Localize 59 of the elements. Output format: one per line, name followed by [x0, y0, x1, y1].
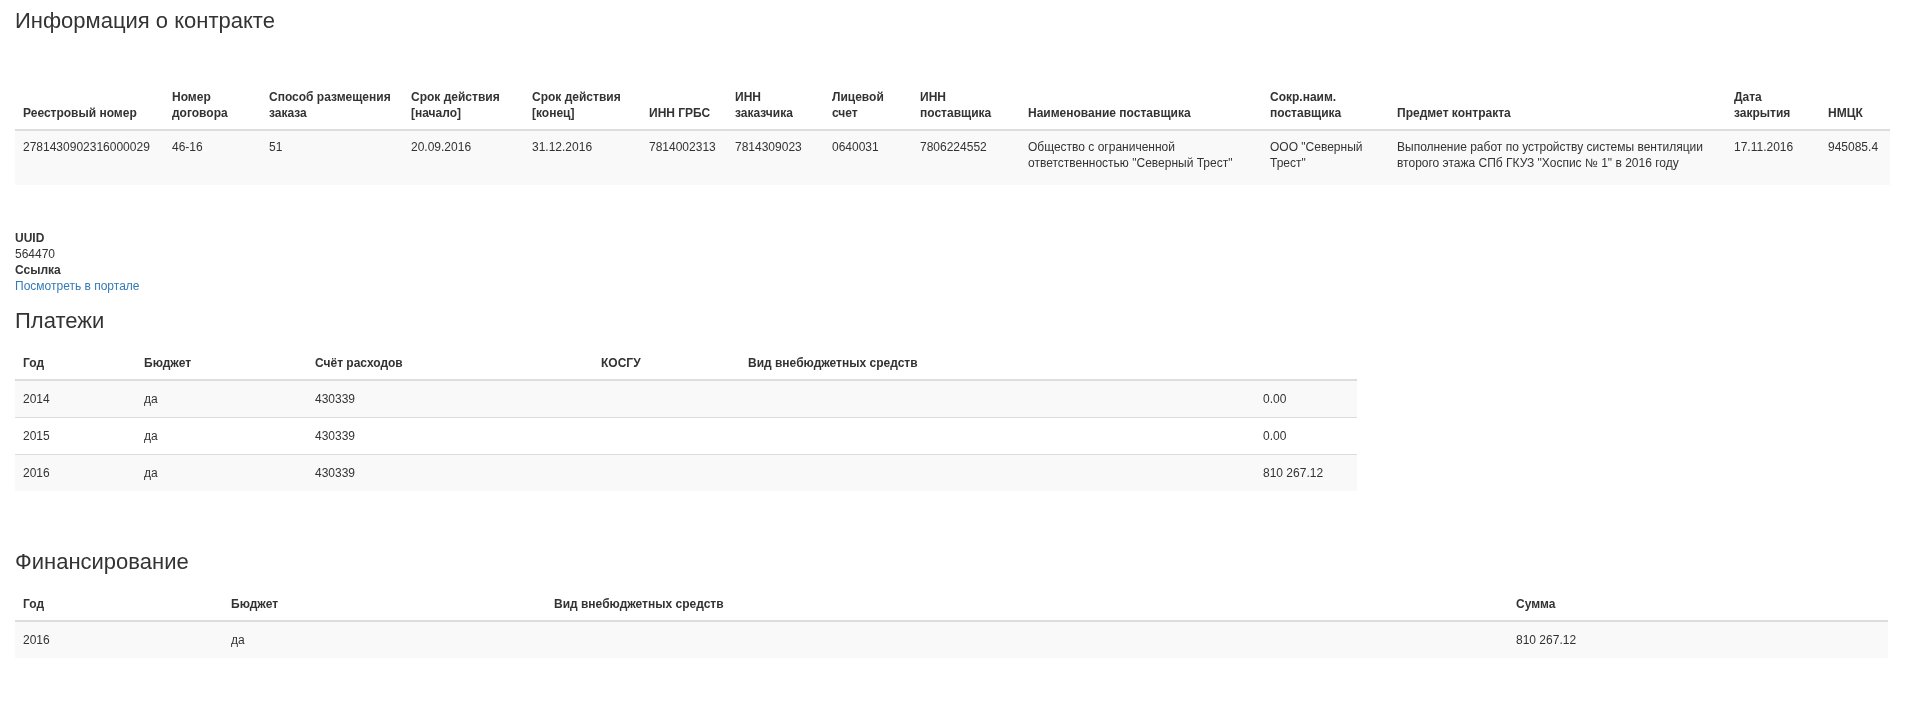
table-cell: 2015 [23, 429, 50, 443]
column-header: Год [23, 597, 44, 611]
table-cell: 2016 [23, 633, 50, 647]
table-cell: 31.12.2016 [532, 140, 593, 154]
table-cell: 51 [269, 140, 283, 154]
column-header: Реестровый номер [23, 106, 137, 120]
table-cell: 17.11.2016 [1734, 140, 1794, 154]
field-value: 564470 [15, 246, 56, 262]
column-header: Предмет контракта [1397, 106, 1511, 120]
field-label: Ссылка [15, 262, 61, 278]
column-header: Счёт расходов [315, 356, 403, 370]
column-header: ИНН поставщика [920, 90, 992, 120]
table-cell: 2014 [23, 392, 50, 406]
table-cell: Выполнение работ по устройству системы вентиляции второго этажа СПб ГКУЗ "Хоспис № 1" в 2016 году [1397, 140, 1703, 170]
column-header: Бюджет [231, 597, 279, 611]
column-header: КОСГУ [601, 356, 641, 370]
field-label: UUID [15, 230, 45, 246]
column-header: Сумма [1516, 597, 1556, 611]
table-cell: 2781430902316000029 [23, 140, 150, 154]
table-cell: 430339 [315, 429, 356, 443]
section-title: Платежи [15, 308, 105, 334]
column-header: Лицевой счет [832, 90, 884, 120]
table-cell: 7814002313 [649, 140, 716, 154]
table-cell: да [144, 466, 158, 480]
column-header: Сокр.наим. поставщика [1270, 90, 1342, 120]
table-cell: 430339 [315, 466, 356, 480]
column-header: Способ размещения заказа [269, 90, 391, 120]
column-header: ИНН ГРБС [649, 106, 711, 120]
table-cell: ООО "Северный Трест" [1270, 140, 1363, 170]
table-cell: 0640031 [832, 140, 879, 154]
table-cell: 46-16 [172, 140, 203, 154]
column-header: Номер договора [172, 90, 228, 120]
table-cell: да [144, 429, 158, 443]
column-header: Срок действия [конец] [532, 90, 621, 120]
column-header: Вид внебюджетных средств [748, 356, 918, 370]
portal-link[interactable]: Посмотреть в портале [15, 278, 140, 294]
table-cell: 2016 [23, 466, 50, 480]
table-cell: Общество с ограниченной ответственностью "Северный Трест" [1028, 140, 1233, 170]
table-cell: 810 267.12 [1263, 466, 1324, 480]
table-cell: да [231, 633, 245, 647]
section-title: Финансирование [15, 549, 189, 575]
column-header: Год [23, 356, 44, 370]
table-cell: да [144, 392, 158, 406]
table-cell: 430339 [315, 392, 356, 406]
column-header: Вид внебюджетных средств [554, 597, 724, 611]
table-cell: 20.09.2016 [411, 140, 472, 154]
column-header: Срок действия [начало] [411, 90, 500, 120]
table-cell: 0.00 [1263, 429, 1287, 443]
section-title: Информация о контракте [15, 8, 275, 34]
column-header: Дата закрытия [1734, 90, 1791, 120]
table-cell: 810 267.12 [1516, 633, 1577, 647]
column-header: ИНН заказчика [735, 90, 793, 120]
column-header: Бюджет [144, 356, 192, 370]
column-header: Наименование поставщика [1028, 106, 1191, 120]
table-cell: 0.00 [1263, 392, 1287, 406]
table-cell: 945085.4 [1828, 140, 1879, 154]
column-header: НМЦК [1828, 106, 1863, 120]
table-cell: 7806224552 [920, 140, 987, 154]
table-cell: 7814309023 [735, 140, 802, 154]
